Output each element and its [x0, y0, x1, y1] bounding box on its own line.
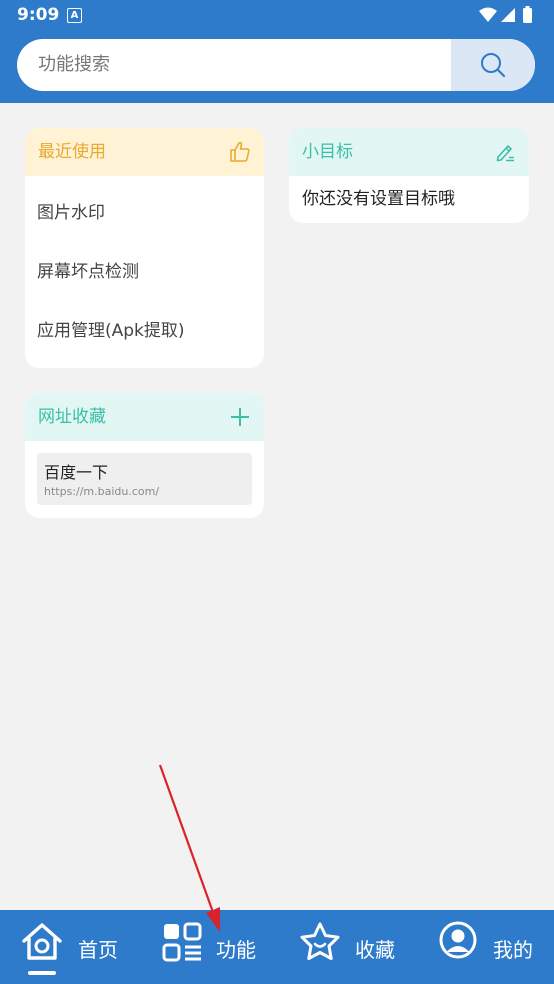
recent-card-title: 最近使用	[38, 142, 106, 162]
battery-icon	[523, 8, 532, 23]
nav-active-indicator	[28, 971, 56, 975]
search-button[interactable]	[451, 39, 535, 91]
goal-empty-text: 你还没有设置目标哦	[302, 189, 455, 209]
goal-card-title: 小目标	[302, 142, 353, 162]
status-icons	[479, 6, 532, 23]
bottom-nav: 首页 功能 收藏 我的	[0, 910, 554, 984]
recent-card: 最近使用 图片水印 屏幕坏点检测 应用管理(Apk提取)	[25, 128, 264, 368]
wifi-icon	[479, 7, 497, 22]
recent-item[interactable]: 应用管理(Apk提取)	[25, 302, 264, 361]
bookmarks-card: 网址收藏 百度一下 https://m.baidu.com/	[25, 393, 264, 518]
search-input[interactable]: 功能搜索	[38, 39, 110, 91]
notification-icon: A	[67, 8, 82, 23]
nav-favorites-label: 收藏	[355, 938, 395, 962]
bookmarks-card-title: 网址收藏	[38, 407, 106, 427]
status-time: 9:09	[17, 5, 60, 25]
nav-functions[interactable]: 功能	[159, 910, 269, 984]
nav-profile[interactable]: 我的	[436, 910, 546, 984]
bookmarks-card-header: 网址收藏	[25, 393, 264, 441]
nav-home-label: 首页	[78, 938, 118, 962]
nav-favorites[interactable]: 收藏	[296, 910, 406, 984]
home-icon	[22, 923, 62, 960]
goal-card-header: 小目标	[289, 128, 529, 176]
bookmark-item[interactable]: 百度一下 https://m.baidu.com/	[37, 453, 252, 505]
header: 功能搜索	[0, 30, 554, 103]
signal-icon	[501, 8, 515, 22]
recent-item[interactable]: 屏幕坏点检测	[25, 243, 264, 302]
star-icon	[300, 922, 340, 960]
plus-icon[interactable]	[228, 405, 252, 429]
status-bar: 9:09 A	[0, 0, 554, 30]
recent-card-header: 最近使用	[25, 128, 264, 176]
grid-icon	[162, 922, 202, 962]
user-icon	[439, 921, 477, 959]
edit-icon[interactable]	[493, 140, 517, 164]
nav-home[interactable]: 首页	[18, 910, 128, 984]
recent-item[interactable]: 图片水印	[25, 184, 264, 243]
thumbs-up-icon[interactable]	[228, 140, 252, 164]
search-icon	[481, 53, 506, 78]
recent-list: 图片水印 屏幕坏点检测 应用管理(Apk提取)	[25, 176, 264, 361]
bookmark-url: https://m.baidu.com/	[44, 485, 160, 498]
goal-card: 小目标 你还没有设置目标哦	[289, 128, 529, 223]
nav-profile-label: 我的	[493, 938, 533, 962]
search-bar[interactable]: 功能搜索	[17, 39, 535, 91]
nav-functions-label: 功能	[216, 938, 256, 962]
bookmark-title: 百度一下	[44, 463, 109, 482]
